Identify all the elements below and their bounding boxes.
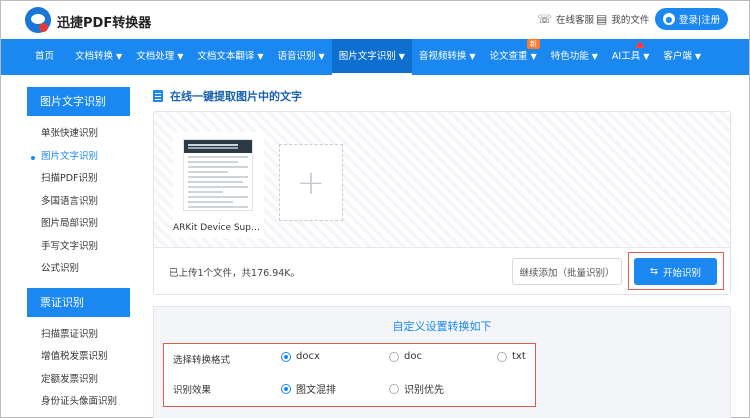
sidebar-section-title: 票证识别 [27,287,130,317]
page-title-text: 在线一键提取图片中的文字 [170,90,302,103]
chevron-down-icon: ▼ [398,52,405,61]
nav-item-av-convert[interactable]: 音视频转换 ▼ [412,39,483,75]
chevron-down-icon: ▼ [318,52,325,61]
nav-item-speech[interactable]: 语音识别 ▼ [271,39,332,75]
new-badge: 新 [526,39,540,49]
format-option-label: docx [296,351,320,362]
nav-label: 客户端 [663,51,692,62]
convert-arrows-icon: ⇆ [650,266,658,277]
headset-icon: ☏ [537,12,553,26]
sidebar-item-scan-ticket[interactable]: 扫描票证识别 [27,324,130,347]
my-files-label: 我的文件 [611,15,650,26]
nav-label: 文档处理 [136,51,175,62]
chevron-down-icon: ▼ [469,52,476,61]
format-radio-doc[interactable]: doc [389,351,422,362]
hot-badge-icon [634,41,645,48]
effect-radio-mixed[interactable]: 图文混排 [281,381,336,396]
sidebar-item-vat-invoice[interactable]: 增值税发票识别 [27,346,130,369]
nav-label: 语音识别 [277,51,316,62]
login-register-button[interactable]: ● 登录|注册 [655,8,728,30]
format-radio-txt[interactable]: txt [497,351,526,362]
brand-logo-icon[interactable] [25,7,51,33]
sidebar-item-partial[interactable]: 图片局部识别 [27,213,130,236]
user-icon: ● [662,13,675,25]
sidebar-item-scan-pdf[interactable]: 扫描PDF识别 [27,168,130,191]
nav-label: 论文查重 [489,51,528,62]
radio-checked-icon [281,383,291,394]
nav-item-features[interactable]: 特色功能 ▼ [544,39,605,75]
file-thumbnail [183,139,253,211]
sidebar-item-multilang[interactable]: 多国语言识别 [27,191,130,214]
uploaded-file-name: ARKit Device Supporting... [173,223,265,233]
nav-item-ai-tools[interactable]: AI工具 ▼ [605,39,656,75]
chevron-down-icon: ▼ [530,52,537,61]
document-icon [153,90,163,102]
sidebar-item-quick-ocr[interactable]: 单张快速识别 [27,123,130,146]
radio-unchecked-icon [497,351,507,362]
radio-unchecked-icon [389,351,399,362]
nav-item-home[interactable]: 首页 [1,39,68,75]
top-header: 迅捷PDF转换器 ☏ 在线客服 ▤ 我的文件 ● 登录|注册 [1,1,749,39]
file-icon: ▤ [596,12,608,26]
nav-label: AI工具 [611,51,641,62]
sidebar-item-image-ocr[interactable]: 图片文字识别 [27,146,130,169]
login-register-label: 登录|注册 [678,15,721,26]
format-option-label: txt [512,351,526,362]
format-label: 选择转换格式 [173,355,231,366]
nav-item-client[interactable]: 客户端 ▼ [656,39,708,75]
effect-radio-accuracy[interactable]: 识别优先 [389,381,444,396]
nav-item-doc-process[interactable]: 文档处理 ▼ [129,39,190,75]
nav-item-paper-check[interactable]: 论文查重 ▼ 新 [483,39,544,75]
chevron-down-icon: ▼ [116,52,123,61]
upload-status-text: 已上传1个文件，共176.94K。 [169,268,301,279]
sidebar-item-id-card[interactable]: 身份证头像面识别 [27,391,130,414]
chevron-down-icon: ▼ [694,52,702,61]
sidebar: 图片文字识别 单张快速识别 图片文字识别 扫描PDF识别 多国语言识别 图片局部… [27,87,130,414]
plus-icon: + [296,162,326,203]
nav-label: 文档文本翻译 [197,51,255,62]
nav-label: 图片文字识别 [338,51,396,62]
my-files-link[interactable]: ▤ 我的文件 [596,12,649,26]
format-radio-docx[interactable]: docx [281,351,320,362]
nav-label: 首页 [35,51,55,62]
main-nav: 首页 文档转换 ▼ 文档处理 ▼ 文档文本翻译 ▼ 语音识别 ▼ 图片文字识别 ▼ 音视频… [1,39,749,75]
nav-item-doc-convert[interactable]: 文档转换 ▼ [68,39,129,75]
page-title: 在线一键提取图片中的文字 [153,88,302,104]
nav-label: 特色功能 [550,51,589,62]
sidebar-section-title: 图片文字识别 [27,87,130,116]
brand-name[interactable]: 迅捷PDF转换器 [57,12,151,31]
radio-unchecked-icon [389,383,399,394]
nav-item-translate[interactable]: 文档文本翻译 ▼ [190,39,270,75]
nav-label: 文档转换 [75,51,114,62]
settings-title: 自定义设置转换如下 [392,320,492,333]
start-recognize-label: 开始识别 [662,267,701,279]
chevron-down-icon: ▼ [643,52,650,61]
radio-checked-icon [281,351,291,362]
effect-label: 识别效果 [173,385,212,396]
chevron-down-icon: ▼ [257,52,264,61]
add-file-button[interactable]: + [279,144,343,221]
format-option-label: doc [404,351,422,362]
nav-label: 音视频转换 [418,51,467,62]
online-service-link[interactable]: ☏ 在线客服 [537,12,594,26]
nav-item-image-ocr[interactable]: 图片文字识别 ▼ [331,39,413,75]
start-recognize-button[interactable]: ⇆ 开始识别 [634,258,717,285]
effect-option-label: 图文混排 [296,385,336,396]
sidebar-item-formula[interactable]: 公式识别 [27,258,130,281]
effect-option-label: 识别优先 [404,385,444,396]
sidebar-item-handwriting[interactable]: 手写文字识别 [27,236,130,259]
online-service-label: 在线客服 [556,15,595,26]
sidebar-item-fixed-invoice[interactable]: 定额发票识别 [27,369,130,392]
chevron-down-icon: ▼ [591,52,598,61]
batch-add-button[interactable]: 继续添加（批量识别） [512,258,622,285]
chevron-down-icon: ▼ [177,52,184,61]
